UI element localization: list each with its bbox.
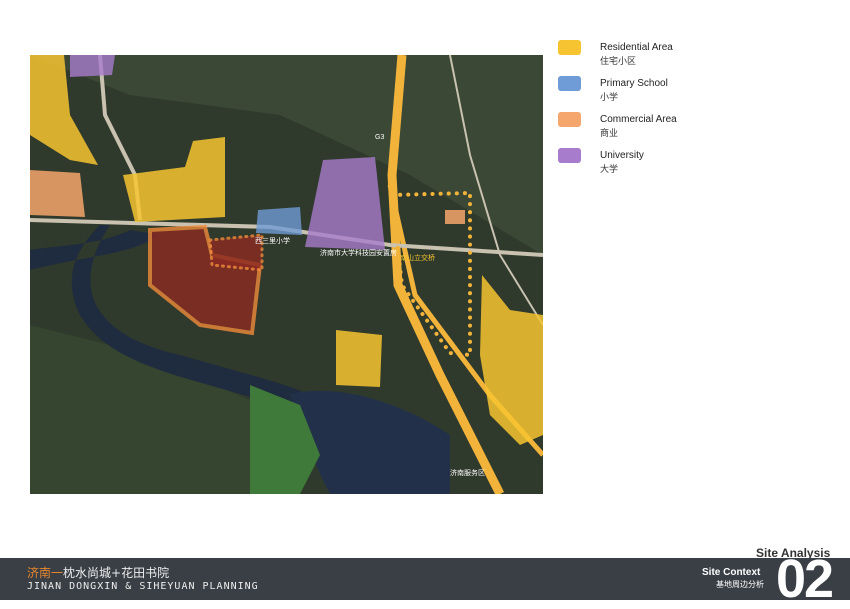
university [70,55,115,77]
legend: Residential Area 住宅小区 Primary School 小学 … [558,40,758,184]
legend-primary-school: Primary School 小学 [558,76,758,112]
legend-residential: Residential Area 住宅小区 [558,40,758,76]
legend-university: University 大学 [558,148,758,184]
legend-label-cn: 住宅小区 [600,57,637,67]
primary-school-swatch [558,76,581,91]
map-label: 济南市大学科技园安置房 [320,248,397,257]
primary-school [256,207,302,235]
residential-area [336,330,382,387]
commercial-swatch [558,112,581,127]
residential-swatch [558,40,581,55]
page-number: 02 [776,549,834,609]
legend-label: Commercial Area [600,114,677,125]
project-title-accent: 济南一 [27,566,64,580]
university-swatch [558,148,581,163]
commercial-area [30,170,85,217]
map-label: 西三里小学 [255,236,290,245]
legend-label-cn: 小学 [600,93,619,103]
legend-label-cn: 大学 [600,165,619,175]
commercial-area [445,210,465,224]
map-label: 南山立交桥 [400,253,435,262]
project-title-rest: 枕水尚城+花田书院 [63,566,170,580]
legend-label: University [600,150,644,161]
map-label: 济南服务区 [450,468,485,477]
legend-label: Residential Area [600,42,673,53]
legend-label: Primary School [600,78,668,89]
legend-commercial: Commercial Area 商业 [558,112,758,148]
project-title: 济南一枕水尚城+花田书院 [27,564,169,581]
project-subtitle: JINAN DONGXIN & SIHEYUAN PLANNING [27,581,259,592]
highway-label: G3 [375,134,384,141]
context-title-cn: 基地周边分析 [716,580,764,589]
site-satellite-map: 济南市大学科技园安置房 南山立交桥 济南服务区 西三里小学 G3 [30,55,543,494]
context-title: Site Context [702,567,761,578]
legend-label-cn: 商业 [600,129,619,139]
